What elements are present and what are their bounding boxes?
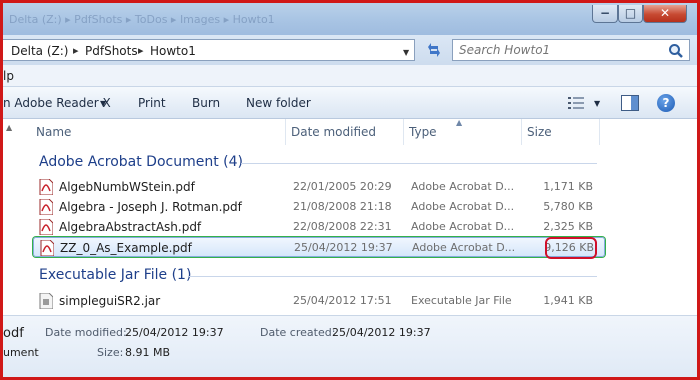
details-modified-label: Date modified: [45,326,127,339]
file-name: AlgebraAbstractAsh.pdf [59,220,202,234]
column-headers: ▲ Name Date modified ▲ Type Size [3,118,697,145]
column-name[interactable]: Name [36,125,71,139]
views-icon[interactable] [568,96,584,110]
print-button[interactable]: Print [138,96,166,110]
scroll-up-icon[interactable]: ▲ [6,123,12,132]
size-highlight-annotation [545,237,597,259]
column-type[interactable]: Type [409,125,437,139]
file-type: Adobe Acrobat D... [411,180,515,193]
group-divider [241,163,597,164]
file-type: Adobe Acrobat D... [412,241,516,254]
burn-button[interactable]: Burn [192,96,220,110]
maximize-button[interactable]: □ [618,5,643,23]
details-created-label: Date created: [260,326,336,339]
file-type: Adobe Acrobat D... [411,220,515,233]
file-row[interactable]: simpleguiSR2.jar 25/04/2012 17:51 Execut… [33,291,605,311]
file-row[interactable]: Algebra - Joseph J. Rotman.pdf 21/08/200… [33,197,605,217]
pdf-file-icon [39,178,54,196]
details-size-value: 8.91 MB [125,346,171,359]
title-breadcrumb: Delta (Z:) ▸ PdfShots ▸ ToDos ▸ Images ▸… [9,13,275,25]
search-box[interactable] [452,39,690,61]
details-modified-value: 25/04/2012 19:37 [125,326,224,339]
search-input[interactable] [459,43,659,57]
file-name: AlgebNumbWStein.pdf [59,180,195,194]
views-dropdown-icon[interactable]: ▼ [594,99,600,108]
breadcrumb-separator-icon[interactable]: ▸ [73,44,79,57]
details-created-value: 25/04/2012 19:37 [332,326,431,339]
address-bar[interactable]: Delta (Z:) ▸ PdfShots ▸ Howto1 ▼ [3,39,415,61]
file-type: Executable Jar File [411,294,512,307]
file-list: ▲ Name Date modified ▲ Type Size Adobe A… [3,118,697,315]
details-pane: odf ument Date modified: 25/04/2012 19:3… [3,315,697,377]
file-date: 25/04/2012 17:51 [293,294,392,307]
breadcrumb-pdfshots[interactable]: PdfShots [85,44,138,58]
file-row-selected[interactable]: ZZ_0_As_Example.pdf 25/04/2012 19:37 Ado… [33,237,605,259]
file-row[interactable]: AlgebraAbstractAsh.pdf 22/08/2008 22:31 … [33,217,605,237]
refresh-icon[interactable] [423,41,445,59]
group-divider [189,276,597,277]
breadcrumb-howto1[interactable]: Howto1 [150,44,196,58]
file-size: 5,780 KB [543,200,593,213]
preview-pane-icon[interactable] [621,95,639,111]
search-icon[interactable] [668,43,684,59]
column-date-modified[interactable]: Date modified [291,125,376,139]
details-size-label: Size: [97,346,124,359]
file-name: Algebra - Joseph J. Rotman.pdf [59,200,242,214]
command-bar: n Adobe Reader X ▼ Print Burn New folder… [3,87,697,119]
breadcrumb-separator-icon[interactable]: ▸ [138,44,144,57]
sort-arrow-icon: ▲ [456,118,463,127]
breadcrumb-drive[interactable]: Delta (Z:) [11,44,68,58]
file-size: 1,941 KB [543,294,593,307]
minimize-button[interactable]: − [592,5,618,23]
file-date: 25/04/2012 19:37 [294,241,393,254]
file-size: 2,325 KB [543,220,593,233]
new-folder-button[interactable]: New folder [246,96,311,110]
file-type: Adobe Acrobat D... [411,200,515,213]
pdf-file-icon [40,239,55,257]
group-header-jar[interactable]: Executable Jar File (1) [39,267,191,283]
chevron-down-icon[interactable]: ▼ [100,99,106,108]
address-row: Delta (Z:) ▸ PdfShots ▸ Howto1 ▼ [3,35,697,65]
explorer-window: Delta (Z:) ▸ PdfShots ▸ ToDos ▸ Images ▸… [3,3,697,377]
column-size[interactable]: Size [527,125,552,139]
details-file-type: ument [3,346,39,359]
file-size: 1,171 KB [543,180,593,193]
title-bar: Delta (Z:) ▸ PdfShots ▸ ToDos ▸ Images ▸… [3,3,697,35]
help-icon[interactable]: ? [657,94,675,112]
details-file-name: odf [3,326,24,341]
file-date: 22/08/2008 22:31 [293,220,392,233]
open-with-button[interactable]: n Adobe Reader X [3,96,111,110]
file-date: 21/08/2008 21:18 [293,200,392,213]
menu-bar: lp [3,65,697,87]
address-dropdown-icon[interactable]: ▼ [403,48,409,57]
close-button[interactable]: ✕ [643,5,687,23]
pdf-file-icon [39,198,54,216]
group-header-pdf[interactable]: Adobe Acrobat Document (4) [39,154,243,170]
file-row[interactable]: AlgebNumbWStein.pdf 22/01/2005 20:29 Ado… [33,177,605,197]
pdf-file-icon [39,218,54,236]
file-name: simpleguiSR2.jar [59,294,161,308]
file-date: 22/01/2005 20:29 [293,180,392,193]
file-name: ZZ_0_As_Example.pdf [60,241,192,255]
menu-help[interactable]: lp [3,69,14,83]
jar-file-icon [39,292,54,310]
